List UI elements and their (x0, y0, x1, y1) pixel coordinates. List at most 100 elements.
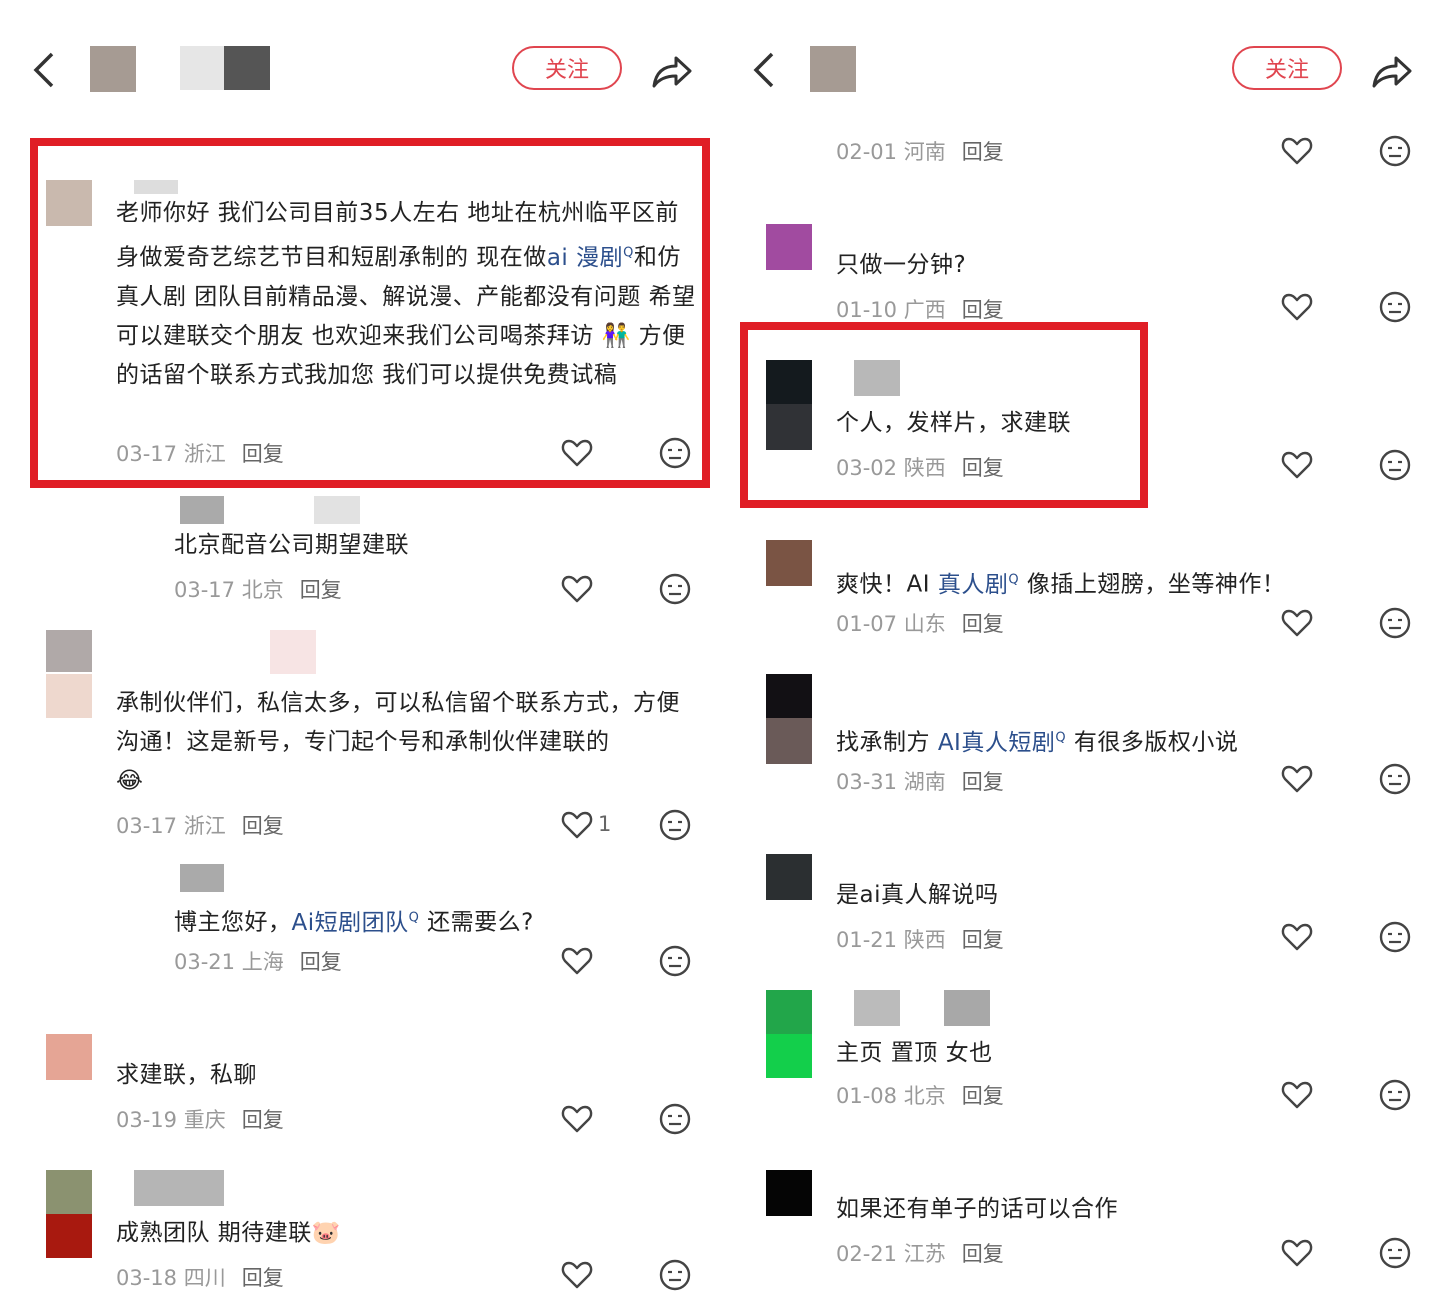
comment-text: 个人，发样片，求建联 (836, 410, 1071, 436)
heart-icon[interactable] (560, 808, 594, 842)
emoji-face-icon[interactable] (658, 1258, 692, 1292)
share-button[interactable] (648, 48, 694, 98)
heart-icon[interactable] (1280, 290, 1314, 324)
avatar[interactable] (766, 224, 812, 270)
emoji-face-icon[interactable] (658, 572, 692, 606)
emoji-face-icon[interactable] (1378, 762, 1412, 796)
avatar[interactable] (46, 630, 92, 672)
reply-button[interactable]: 回复 (962, 928, 1004, 952)
emoji-face-icon[interactable] (658, 808, 692, 842)
emoji-face-icon[interactable] (1378, 448, 1412, 482)
reply-button[interactable]: 回复 (962, 612, 1004, 636)
author-avatar[interactable] (810, 46, 856, 92)
topic-link[interactable]: Ai短剧团队Q (292, 910, 420, 936)
heart-icon[interactable] (1280, 448, 1314, 482)
emoji-face-icon[interactable] (658, 1102, 692, 1136)
comment-meta: 03-17 北京 回复 (174, 578, 342, 602)
topic-link[interactable]: AI真人短剧Q (938, 730, 1066, 756)
emoji-face-icon[interactable] (1378, 920, 1412, 954)
username-blur (134, 1170, 224, 1206)
comment-meta: 01-21 陕西 回复 (836, 928, 1004, 952)
username-blur (854, 990, 900, 1026)
reply-button[interactable]: 回复 (242, 1108, 284, 1132)
avatar[interactable] (766, 674, 812, 718)
topic-link[interactable]: ai 漫剧Q (547, 245, 634, 271)
back-button[interactable] (30, 50, 58, 98)
comment-meta: 01-10 广西 回复 (836, 298, 1004, 322)
reply-button[interactable]: 回复 (300, 950, 342, 974)
emoji-face-icon[interactable] (658, 436, 692, 470)
chevron-left-icon (33, 52, 54, 88)
heart-icon[interactable] (1280, 762, 1314, 796)
emoji-face-icon[interactable] (658, 944, 692, 978)
emoji-face-icon[interactable] (1378, 1078, 1412, 1112)
avatar-lower (766, 1034, 812, 1078)
search-icon: Q (1008, 572, 1020, 587)
comment-text: 北京配音公司期望建联 (174, 532, 409, 558)
emoji-face-icon[interactable] (1378, 134, 1412, 168)
heart-icon[interactable] (560, 436, 594, 470)
follow-button[interactable]: 关注 (1232, 46, 1342, 90)
author-avatar[interactable] (90, 46, 136, 92)
heart-icon[interactable] (560, 944, 594, 978)
topic-link[interactable]: 真人剧Q (938, 572, 1019, 598)
reply-button[interactable]: 回复 (962, 298, 1004, 322)
comment-text: 如果还有单子的话可以合作 (836, 1196, 1118, 1222)
username-blur (314, 496, 360, 524)
heart-icon[interactable] (560, 572, 594, 606)
avatar[interactable] (180, 496, 224, 524)
back-button[interactable] (750, 50, 778, 98)
reply-button[interactable]: 回复 (962, 1084, 1004, 1108)
comment-meta: 02-21 江苏 回复 (836, 1242, 1004, 1266)
reply-button[interactable]: 回复 (962, 1242, 1004, 1266)
pig-emoji: 🐷 (311, 1220, 341, 1246)
avatar[interactable] (766, 854, 812, 900)
emoji-face-icon[interactable] (1378, 1236, 1412, 1270)
right-panel: 关注 02-01 河南 回复 只做一分钟? 01-10 广西 回复 个人，发样片，求… (720, 0, 1440, 1308)
reply-button[interactable]: 回复 (962, 770, 1004, 794)
comment-text: 求建联，私聊 (116, 1062, 257, 1088)
username-blur (944, 990, 990, 1026)
comment-text: 主页 置顶 女也 (836, 1040, 993, 1066)
follow-button[interactable]: 关注 (512, 46, 622, 90)
reply-button[interactable]: 回复 (962, 140, 1004, 164)
reply-button[interactable]: 回复 (242, 1266, 284, 1290)
heart-icon[interactable] (1280, 1078, 1314, 1112)
heart-icon[interactable] (1280, 606, 1314, 640)
avatar[interactable] (766, 1170, 812, 1216)
share-button[interactable] (1368, 48, 1414, 98)
comment-meta: 02-01 河南 回复 (836, 140, 1004, 164)
search-icon: Q (408, 910, 420, 925)
comment-meta: 03-17 浙江 回复 (116, 814, 284, 838)
comment-meta: 03-17 浙江 回复 (116, 442, 284, 466)
emoji-face-icon[interactable] (1378, 290, 1412, 324)
reply-button[interactable]: 回复 (242, 442, 284, 466)
comment-text: 成熟团队 期待建联🐷 (116, 1220, 341, 1246)
avatar[interactable] (766, 990, 812, 1034)
avatar[interactable] (766, 360, 812, 404)
comment-text: 是ai真人解说吗 (836, 882, 999, 908)
avatar[interactable] (180, 864, 224, 892)
heart-icon[interactable] (1280, 134, 1314, 168)
left-panel: 关注 老师你好 我们公司目前35人左右 地址在杭州临平区前身做爱奇艺综艺节目和短… (0, 0, 720, 1308)
comment-text: 承制伙伴们，私信太多，可以私信留个联系方式，方便沟通！这是新号，专门起个号和承制… (116, 690, 680, 794)
username-blur (270, 630, 316, 674)
heart-icon[interactable] (1280, 920, 1314, 954)
comment-meta: 03-19 重庆 回复 (116, 1108, 284, 1132)
heart-icon[interactable] (560, 1102, 594, 1136)
comment-meta: 03-02 陕西 回复 (836, 456, 1004, 480)
comment-text: 老师你好 我们公司目前35人左右 地址在杭州临平区前身做爱奇艺综艺节目和短剧承制… (116, 200, 696, 388)
avatar[interactable] (766, 540, 812, 586)
reply-button[interactable]: 回复 (242, 814, 284, 838)
emoji-face-icon[interactable] (1378, 606, 1412, 640)
reply-button[interactable]: 回复 (962, 456, 1004, 480)
reply-button[interactable]: 回复 (300, 578, 342, 602)
avatar[interactable] (46, 1170, 92, 1214)
avatar[interactable] (46, 1034, 92, 1080)
heart-icon[interactable] (560, 1258, 594, 1292)
avatar-lower (766, 404, 812, 450)
search-icon: Q (623, 245, 634, 260)
avatar[interactable] (46, 180, 92, 226)
avatar-lower (46, 674, 92, 718)
heart-icon[interactable] (1280, 1236, 1314, 1270)
